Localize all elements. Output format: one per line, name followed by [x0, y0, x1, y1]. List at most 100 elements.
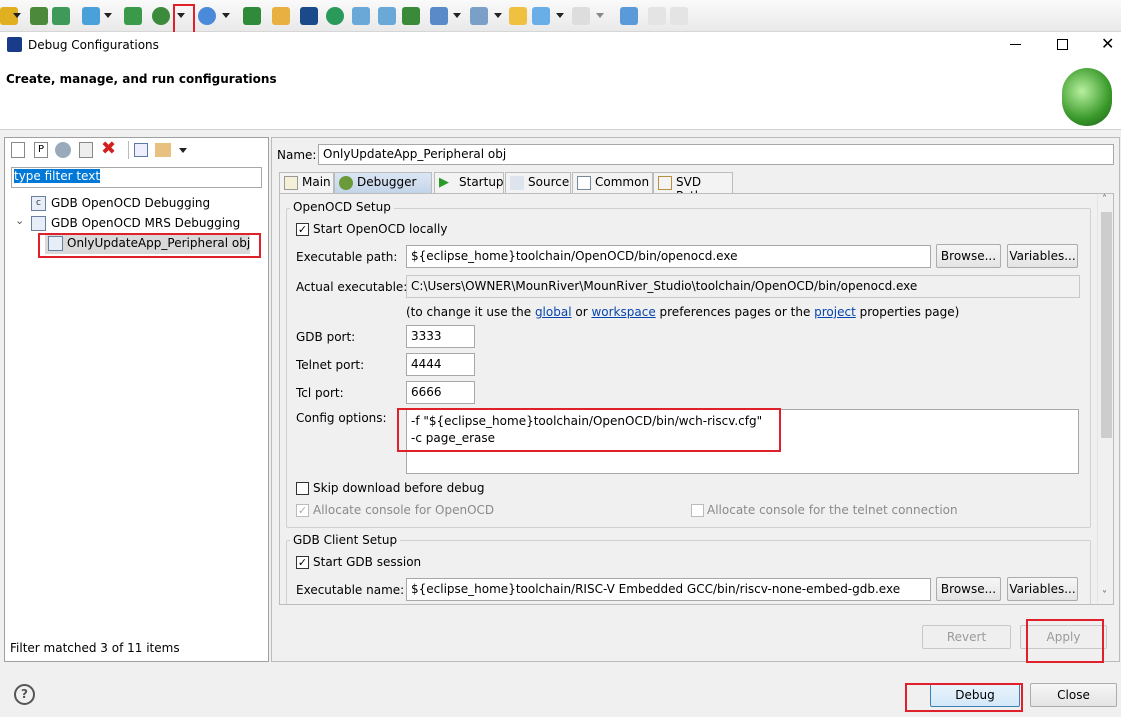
start-gdb-checkbox[interactable]: ✓: [296, 556, 309, 569]
gdb-port-label: GDB port:: [296, 330, 356, 344]
new-window-icon[interactable]: [620, 7, 638, 25]
vertical-scrollbar[interactable]: ˄ ˅: [1097, 194, 1113, 604]
exec-path-label: Executable path:: [296, 250, 398, 264]
tab-source[interactable]: Source: [505, 172, 571, 193]
revert-button[interactable]: Revert: [922, 625, 1011, 649]
config-tree-panel: P ✖ type filter text c GDB OpenOCD Debug…: [4, 137, 269, 662]
step-into-icon[interactable]: [352, 7, 370, 25]
expand-chevron-icon[interactable]: ⌄: [15, 214, 24, 227]
workspace-link[interactable]: workspace: [591, 305, 655, 319]
export-icon[interactable]: [55, 142, 71, 158]
tab-startup[interactable]: ▶ Startup: [434, 172, 504, 193]
chevron-down-icon[interactable]: [453, 13, 461, 18]
download-icon[interactable]: [82, 7, 100, 25]
minimize-icon[interactable]: [1010, 44, 1021, 45]
highlight-box: [173, 4, 195, 35]
forward-icon[interactable]: [572, 7, 590, 25]
tab-svd-path[interactable]: SVD Path: [653, 172, 733, 203]
terminal-icon[interactable]: [300, 7, 318, 25]
k-icon[interactable]: [326, 7, 344, 25]
tab-label: Main: [302, 175, 331, 189]
start-openocd-checkbox[interactable]: ✓: [296, 223, 309, 236]
tree-item-gdb-openocd[interactable]: GDB OpenOCD Debugging: [51, 196, 210, 210]
hint-text: properties page): [855, 305, 960, 319]
gdb-browse-button[interactable]: Browse...: [936, 577, 1001, 601]
bug-icon: [339, 176, 353, 190]
hierarchy-icon: [658, 176, 672, 190]
help-doc-icon[interactable]: [272, 7, 290, 25]
chevron-down-icon[interactable]: [179, 148, 187, 153]
scrollbar-thumb[interactable]: [1101, 212, 1112, 438]
new-config-icon[interactable]: [11, 142, 25, 158]
exec-path-input[interactable]: ${eclipse_home}toolchain/OpenOCD/bin/ope…: [406, 245, 931, 268]
search-icon[interactable]: [198, 7, 216, 25]
name-label: Name:: [277, 148, 317, 162]
scroll-up-icon[interactable]: ˄: [1102, 194, 1107, 205]
gdb-variables-button[interactable]: Variables...: [1007, 577, 1078, 601]
close-button[interactable]: Close: [1030, 683, 1117, 707]
hint-text: or: [571, 305, 592, 319]
help-icon[interactable]: ?: [14, 684, 35, 705]
close-icon[interactable]: ✕: [1101, 34, 1114, 53]
tab-debugger[interactable]: Debugger: [334, 172, 432, 193]
skip-download-checkbox[interactable]: [296, 482, 309, 495]
alloc-telnet-checkbox[interactable]: [691, 504, 704, 517]
skip-download-label: Skip download before debug: [313, 481, 485, 495]
hex-file-icon[interactable]: [243, 7, 261, 25]
undo-icon[interactable]: [648, 7, 666, 25]
tab-label: Startup: [459, 175, 504, 189]
redo-icon[interactable]: [670, 7, 688, 25]
chevron-down-icon[interactable]: [222, 13, 230, 18]
collapse-all-icon[interactable]: [134, 143, 148, 157]
gdb-port-input[interactable]: 3333: [406, 325, 475, 348]
highlight-box: [1026, 619, 1104, 663]
start-openocd-label: Start OpenOCD locally: [313, 222, 448, 236]
chevron-down-icon[interactable]: [494, 13, 502, 18]
document-icon: [284, 176, 298, 190]
forward-nav-icon[interactable]: [509, 7, 527, 25]
hint-text: preferences pages or the: [655, 305, 815, 319]
gdb-exec-label: Executable name:: [296, 583, 405, 597]
tcl-port-label: Tcl port:: [296, 386, 344, 400]
tree-item-gdb-openocd-mrs[interactable]: GDB OpenOCD MRS Debugging: [51, 216, 240, 230]
delete-icon[interactable]: ✖: [101, 138, 116, 159]
filter-input[interactable]: type filter text: [11, 167, 262, 188]
layers-icon[interactable]: [52, 7, 70, 25]
clear-breakpoints-icon[interactable]: [402, 7, 420, 25]
maximize-icon[interactable]: [1057, 39, 1068, 50]
highlight-box: [397, 408, 781, 452]
build-all-icon[interactable]: [30, 7, 48, 25]
global-link[interactable]: global: [535, 305, 572, 319]
main-toolbar: [0, 0, 1121, 35]
console-view-icon[interactable]: [124, 7, 142, 25]
step-over-icon[interactable]: [378, 7, 396, 25]
c-config-icon: c: [31, 196, 46, 211]
scroll-down-icon[interactable]: ˅: [1102, 590, 1107, 601]
new-prototype-icon[interactable]: P: [34, 142, 48, 158]
highlight-box: [38, 233, 261, 258]
variables-button[interactable]: Variables...: [1007, 244, 1078, 268]
project-link[interactable]: project: [814, 305, 856, 319]
alloc-console-checkbox[interactable]: ✓: [296, 504, 309, 517]
tcl-port-input[interactable]: 6666: [406, 381, 475, 404]
chevron-down-icon[interactable]: [596, 13, 604, 18]
openocd-group-title: OpenOCD Setup: [290, 200, 394, 214]
chevron-down-icon[interactable]: [104, 13, 112, 18]
task-icon[interactable]: [470, 7, 488, 25]
back-icon[interactable]: [532, 7, 550, 25]
name-input[interactable]: OnlyUpdateApp_Peripheral obj: [318, 144, 1114, 165]
tab-common[interactable]: Common: [572, 172, 653, 193]
duplicate-icon[interactable]: [79, 142, 93, 158]
browse-button[interactable]: Browse...: [936, 244, 1001, 268]
gdb-group-title: GDB Client Setup: [290, 533, 401, 547]
chevron-down-icon[interactable]: [556, 13, 564, 18]
gdb-exec-input[interactable]: ${eclipse_home}toolchain/RISC-V Embedded…: [406, 578, 931, 601]
toolbar-separator: [128, 141, 129, 159]
filter-icon[interactable]: [155, 143, 171, 157]
debug-bug-icon[interactable]: [152, 7, 170, 25]
outline-icon[interactable]: [430, 7, 448, 25]
chevron-down-icon[interactable]: [13, 13, 21, 18]
tab-main[interactable]: Main: [279, 172, 334, 193]
telnet-port-label: Telnet port:: [296, 358, 365, 372]
telnet-port-input[interactable]: 4444: [406, 353, 475, 376]
